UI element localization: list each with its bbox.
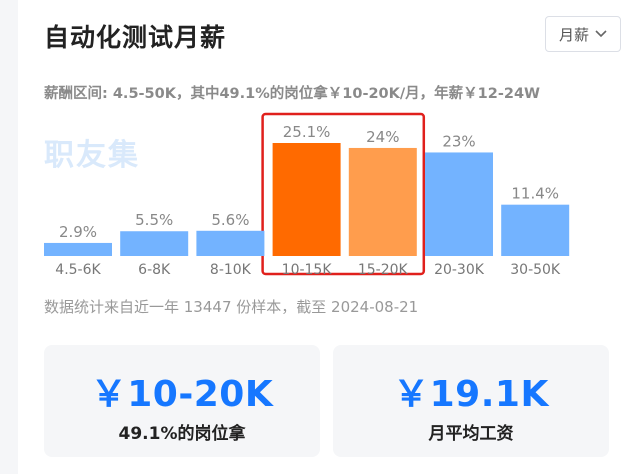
bar-value-label: 5.6% (211, 211, 249, 229)
x-tick-label: 15-20K (358, 262, 409, 278)
page-title: 自动化测试月薪 (44, 23, 227, 52)
salary-distribution-chart: 2.9% 4.5-6K 5.5% 6-8K 5.6% 8-10K 25.1% 10-15K 24… (44, 112, 570, 278)
average-salary-value: ￥19.1K (393, 374, 549, 415)
salary-range-value: ￥10-20K (90, 374, 274, 415)
bar-30-50K (501, 204, 570, 256)
data-source-note: 数据统计来自近一年 13447 份样本，截至 2024-08-21 (44, 298, 419, 316)
bar-value-label: 2.9% (59, 223, 97, 241)
bar-value-label: 24% (366, 128, 399, 146)
x-tick-label: 20-30K (434, 262, 485, 278)
salary-summary: 薪酬区间: 4.5-50K，其中49.1%的岗位拿￥10-20K/月，年薪￥12… (44, 86, 541, 102)
bar-20-30K (425, 152, 493, 256)
bar-8-10K (196, 230, 265, 256)
bar-10-15K (272, 143, 341, 256)
chevron-down-icon (595, 30, 607, 38)
average-salary-label: 月平均工资 (428, 424, 514, 444)
x-tick-label: 4.5-6K (55, 262, 101, 278)
bar-value-label: 23% (442, 132, 475, 150)
salary-range-label: 49.1%的岗位拿 (118, 424, 246, 444)
bar-6-8K (120, 231, 189, 256)
bar-value-label: 25.1% (283, 123, 331, 141)
period-dropdown[interactable]: 月薪 (545, 16, 621, 52)
dropdown-selected-value: 月薪 (558, 25, 589, 44)
x-tick-label: 10-15K (282, 262, 333, 278)
bar-value-label: 5.5% (135, 211, 173, 229)
x-tick-label: 6-8K (138, 262, 171, 278)
bar-value-label: 11.4% (511, 185, 559, 203)
x-tick-label: 8-10K (210, 262, 252, 278)
bar-4.5-6K (44, 242, 112, 256)
x-tick-label: 30-50K (510, 262, 561, 278)
average-salary-card: ￥19.1K 月平均工资 (333, 345, 609, 457)
salary-range-card: ￥10-20K 49.1%的岗位拿 (44, 345, 320, 457)
bar-15-20K (348, 147, 417, 256)
